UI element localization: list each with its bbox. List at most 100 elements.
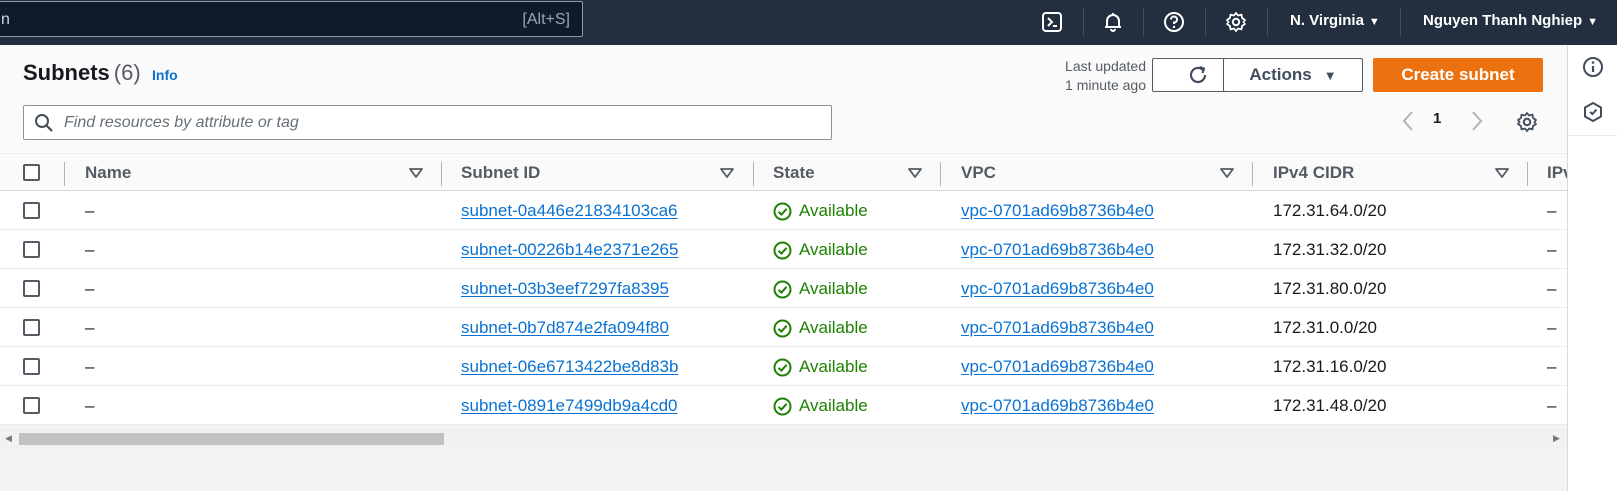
column-header-name[interactable]: Name [85,163,131,183]
region-selector[interactable]: N. Virginia ▼ [1290,12,1380,29]
subnet-id-link[interactable]: subnet-06e6713422be8d83b [461,357,678,377]
tools-rail [1567,45,1617,491]
subnet-id-link[interactable]: subnet-00226b14e2371e265 [461,240,678,260]
filter-field[interactable] [23,105,832,140]
name-cell: – [85,396,95,415]
sort-icon[interactable] [908,166,922,180]
state-cell: Available [773,201,868,221]
column-header-ipv4-cidr[interactable]: IPv4 CIDR [1273,163,1354,183]
column-divider[interactable] [753,162,754,186]
state-label: Available [799,396,868,415]
scrollbar-thumb[interactable] [19,433,444,445]
subnet-id-link[interactable]: subnet-0a446e21834103ca6 [461,201,677,221]
info-link[interactable]: Info [152,67,178,83]
table-row[interactable]: – subnet-0a446e21834103ca6 Available vpc… [0,191,1567,230]
column-header-state[interactable]: State [773,163,815,183]
name-cell: – [85,279,95,298]
bell-icon[interactable] [1098,7,1128,37]
check-circle-icon [773,241,792,259]
column-header-subnet-id[interactable]: Subnet ID [461,163,540,183]
subnet-id-link[interactable]: subnet-0b7d874e2fa094f80 [461,318,669,338]
ipv6-cidr-cell: – [1547,240,1557,259]
cloudshell-icon[interactable] [1037,7,1067,37]
previous-page-button[interactable] [1396,109,1420,133]
vpc-link[interactable]: vpc-0701ad69b8736b4e0 [961,240,1154,260]
sort-icon[interactable] [409,166,423,180]
vpc-link[interactable]: vpc-0701ad69b8736b4e0 [961,396,1154,416]
next-page-button[interactable] [1465,109,1489,133]
nav-divider [1267,8,1268,36]
check-circle-icon [773,358,792,376]
horizontal-scrollbar[interactable]: ◀ ▶ [0,429,1567,448]
state-cell: Available [773,318,868,338]
last-updated-time: 1 minute ago [1065,77,1146,93]
row-checkbox[interactable] [23,241,40,258]
title-text: Subnets [23,60,110,85]
sort-icon[interactable] [1220,166,1234,180]
ipv4-cidr-cell: 172.31.48.0/20 [1273,396,1387,415]
table-row[interactable]: – subnet-0891e7499db9a4cd0 Available vpc… [0,386,1567,425]
settings-icon[interactable] [1221,7,1251,37]
column-header-ipv6-cidr[interactable]: IPv [1547,163,1567,183]
nav-divider [1083,8,1084,36]
table-row[interactable]: – subnet-06e6713422be8d83b Available vpc… [0,347,1567,386]
vpc-link[interactable]: vpc-0701ad69b8736b4e0 [961,279,1154,299]
nav-divider [1205,8,1206,36]
name-cell: – [85,201,95,220]
state-label: Available [799,240,868,259]
search-text: n [1,11,10,28]
preferences-button[interactable] [1513,109,1541,135]
state-label: Available [799,279,868,298]
column-divider[interactable] [1527,162,1528,186]
state-cell: Available [773,357,868,377]
ipv6-cidr-cell: – [1547,318,1557,337]
scroll-right-arrow-icon[interactable]: ▶ [1553,433,1560,444]
column-divider[interactable] [1252,162,1253,186]
state-label: Available [799,201,868,220]
sort-icon[interactable] [720,166,734,180]
row-checkbox[interactable] [23,280,40,297]
column-header-vpc[interactable]: VPC [961,163,996,183]
info-icon[interactable] [1581,55,1605,79]
filter-input[interactable] [64,112,804,134]
nav-divider [1400,8,1401,36]
row-checkbox[interactable] [23,319,40,336]
actions-button[interactable]: Actions ▼ [1223,58,1363,92]
create-subnet-button[interactable]: Create subnet [1373,58,1543,92]
subnet-id-link[interactable]: subnet-03b3eef7297fa8395 [461,279,669,299]
current-page[interactable]: 1 [1433,110,1441,127]
global-search-input[interactable]: n [Alt+S] [0,1,583,37]
vpc-link[interactable]: vpc-0701ad69b8736b4e0 [961,318,1154,338]
state-cell: Available [773,279,868,299]
vpc-link[interactable]: vpc-0701ad69b8736b4e0 [961,357,1154,377]
row-checkbox[interactable] [23,397,40,414]
rail-divider [1568,135,1617,136]
select-all-checkbox[interactable] [23,164,40,181]
last-updated: Last updated 1 minute ago [1026,57,1146,95]
search-shortcut-hint: [Alt+S] [522,11,570,28]
check-circle-icon [773,397,792,415]
vpc-link[interactable]: vpc-0701ad69b8736b4e0 [961,201,1154,221]
panel-footer-space [0,448,1567,491]
scroll-left-arrow-icon[interactable]: ◀ [5,433,12,444]
table-row[interactable]: – subnet-00226b14e2371e265 Available vpc… [0,230,1567,269]
hexagon-help-icon[interactable] [1581,100,1605,124]
subnet-id-link[interactable]: subnet-0891e7499db9a4cd0 [461,396,677,416]
sort-icon[interactable] [1495,166,1509,180]
help-icon[interactable] [1159,7,1189,37]
column-divider[interactable] [441,162,442,186]
table-row[interactable]: – subnet-0b7d874e2fa094f80 Available vpc… [0,308,1567,347]
ipv4-cidr-cell: 172.31.0.0/20 [1273,318,1377,337]
create-subnet-label: Create subnet [1401,65,1515,84]
column-divider[interactable] [940,162,941,186]
panel-header: Subnets (6) Info Last updated 1 minute ag… [0,45,1567,153]
account-menu[interactable]: Nguyen Thanh Nghiep ▼ [1423,12,1598,29]
table-row[interactable]: – subnet-03b3eef7297fa8395 Available vpc… [0,269,1567,308]
row-checkbox[interactable] [23,202,40,219]
row-checkbox[interactable] [23,358,40,375]
check-circle-icon [773,319,792,337]
last-updated-label: Last updated [1065,58,1146,74]
ipv6-cidr-cell: – [1547,279,1557,298]
top-navigation: n [Alt+S] N. Virginia ▼ Nguyen Thanh Nghi… [0,0,1617,45]
actions-label: Actions [1249,65,1312,84]
